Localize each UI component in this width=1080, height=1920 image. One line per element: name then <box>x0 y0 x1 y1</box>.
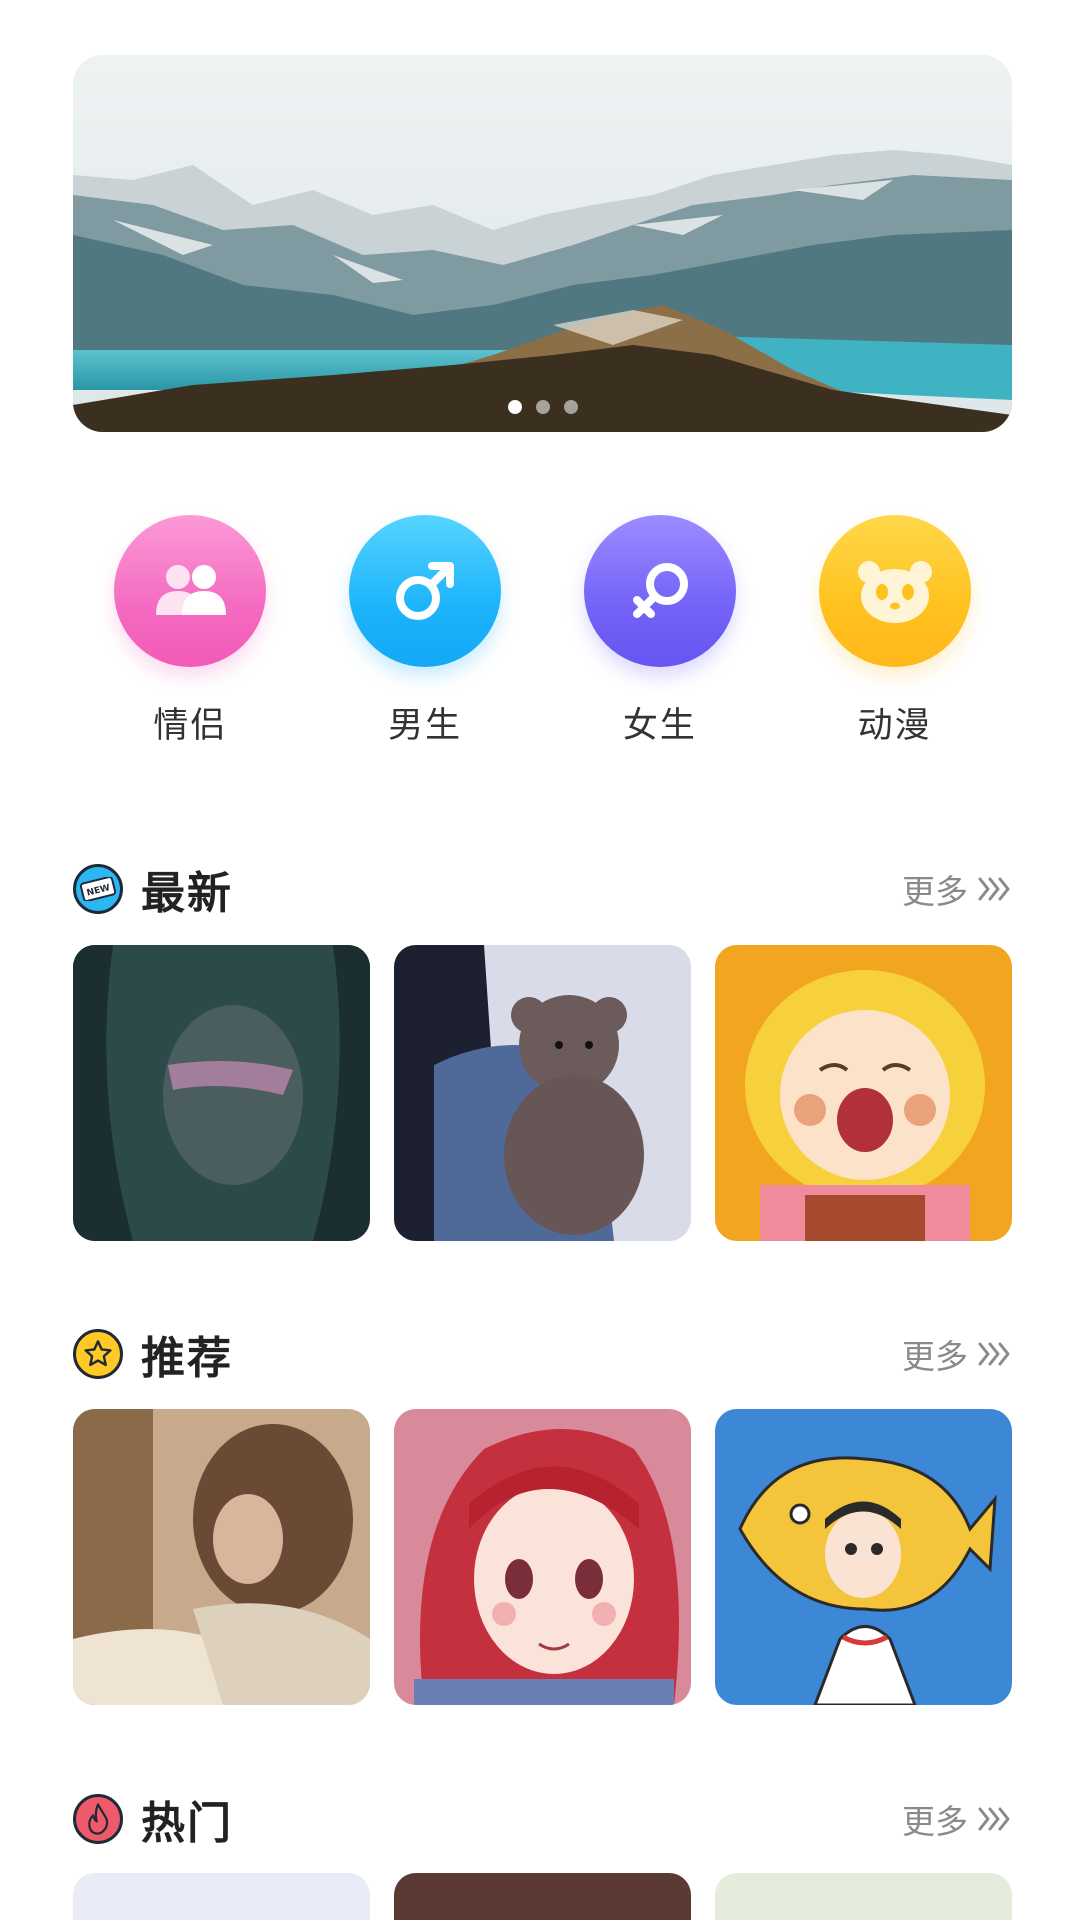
category-label: 动漫 <box>857 706 932 745</box>
grid-recommended <box>73 1409 1012 1705</box>
carousel-dots <box>73 400 1012 414</box>
section-title: 热门 <box>141 1799 233 1848</box>
grid-newest <box>73 945 1012 1241</box>
category-row: 情侣 男生 女生 动漫 <box>73 515 1012 748</box>
banner-carousel[interactable] <box>73 55 1012 432</box>
image-tile[interactable] <box>73 1873 370 1920</box>
section-header-recommended: 推荐 更多 <box>73 1324 1012 1384</box>
image-tile[interactable] <box>394 1873 691 1920</box>
category-anime[interactable]: 动漫 <box>777 515 1012 748</box>
more-label: 更多 <box>902 1803 968 1840</box>
image-tile[interactable] <box>715 945 1012 1241</box>
female-symbol-icon <box>583 515 736 667</box>
category-label: 情侣 <box>153 706 228 745</box>
more-label: 更多 <box>902 873 968 910</box>
new-badge-icon: NEW <box>73 864 123 914</box>
image-tile[interactable] <box>715 1409 1012 1705</box>
carousel-dot-2[interactable] <box>535 400 550 414</box>
panda-icon <box>818 515 971 667</box>
more-link-recommended[interactable]: 更多 <box>902 1330 1012 1378</box>
image-tile[interactable] <box>715 1873 1012 1920</box>
section-header-newest: NEW 最新 更多 <box>73 859 1012 919</box>
section-title: 最新 <box>141 869 233 918</box>
triple-chevron-right-icon <box>978 1342 1010 1366</box>
more-link-newest[interactable]: 更多 <box>902 865 1012 913</box>
grid-hot <box>73 1873 1012 1920</box>
category-male[interactable]: 男生 <box>308 515 543 748</box>
flame-icon <box>73 1794 123 1844</box>
image-tile[interactable] <box>73 945 370 1241</box>
triple-chevron-right-icon <box>978 877 1010 901</box>
male-symbol-icon <box>349 515 502 667</box>
more-link-hot[interactable]: 更多 <box>902 1795 1012 1843</box>
banner-image <box>73 55 1012 432</box>
category-label: 女生 <box>622 706 697 745</box>
category-couple[interactable]: 情侣 <box>73 515 308 748</box>
more-label: 更多 <box>902 1338 968 1375</box>
star-icon <box>73 1329 123 1379</box>
section-header-hot: 热门 更多 <box>73 1789 1012 1849</box>
carousel-dot-3[interactable] <box>563 400 578 414</box>
carousel-dot-1[interactable] <box>507 400 522 414</box>
image-tile[interactable] <box>394 945 691 1241</box>
image-tile[interactable] <box>73 1409 370 1705</box>
couple-icon <box>114 515 267 667</box>
category-female[interactable]: 女生 <box>543 515 778 748</box>
image-tile[interactable] <box>394 1409 691 1705</box>
triple-chevron-right-icon <box>978 1807 1010 1831</box>
category-label: 男生 <box>388 706 463 745</box>
section-title: 推荐 <box>141 1334 233 1383</box>
